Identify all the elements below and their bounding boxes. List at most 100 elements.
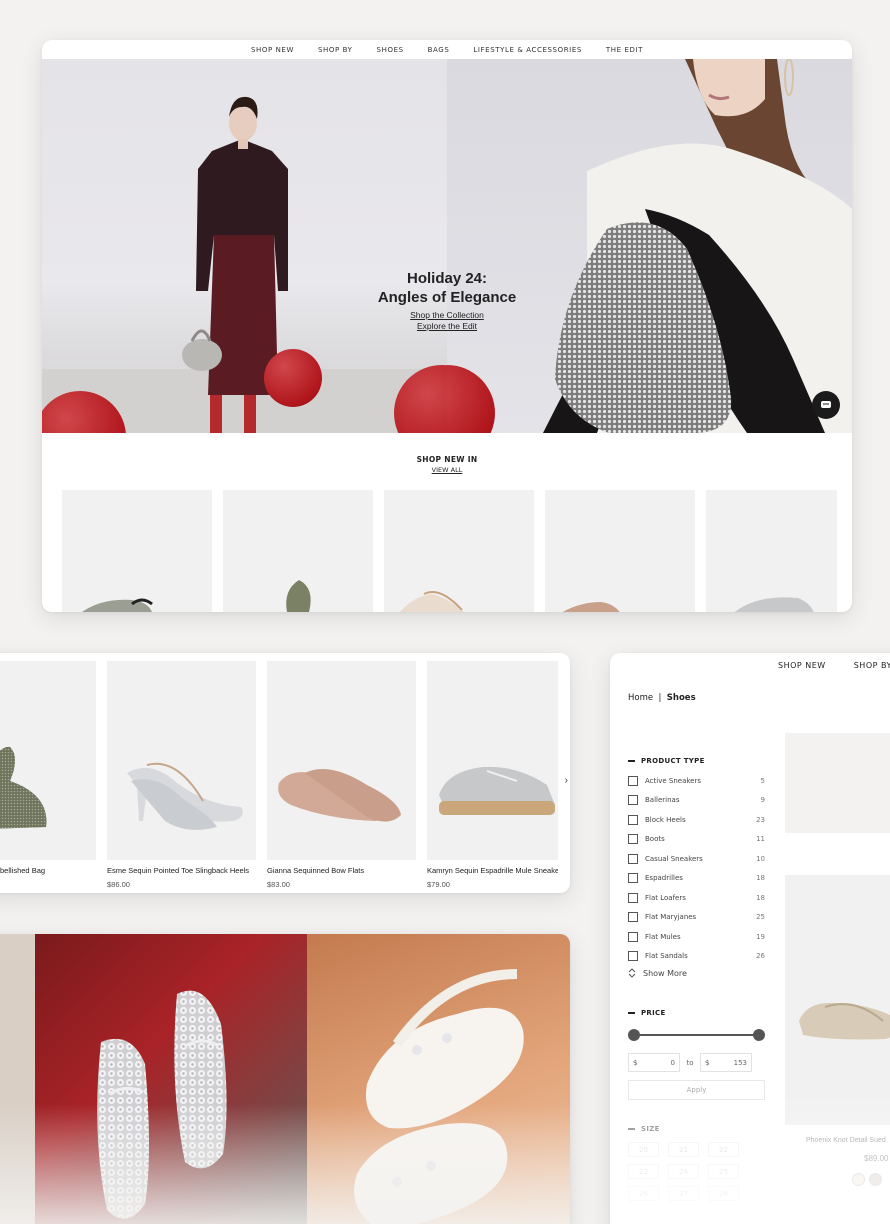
- nav-shop-by[interactable]: SHOP BY: [854, 661, 890, 670]
- checkbox[interactable]: [628, 853, 638, 864]
- nav-shop-by[interactable]: SHOP BY: [318, 46, 353, 54]
- loafer-image: [799, 1002, 890, 1040]
- filter-option[interactable]: Flat Loafers 18: [628, 888, 765, 908]
- nav-lifestyle-accessories[interactable]: LIFESTYLE & ACCESSORIES: [473, 46, 582, 54]
- nav-shop-new[interactable]: SHOP NEW: [251, 46, 294, 54]
- filter-title: SIZE: [641, 1125, 660, 1133]
- filter-option[interactable]: Casual Sneakers 10: [628, 849, 765, 869]
- chat-bubble-icon[interactable]: [812, 391, 840, 419]
- filter-header[interactable]: PRICE: [628, 1009, 765, 1017]
- filter-option[interactable]: Active Sneakers 5: [628, 771, 765, 791]
- size-option[interactable]: 24: [668, 1164, 699, 1179]
- ballet-flat-image: [278, 769, 401, 822]
- product-tile[interactable]: [223, 490, 373, 612]
- breadcrumb-current: Shoes: [666, 693, 696, 703]
- collapse-icon: [628, 1128, 635, 1130]
- size-option[interactable]: 21: [668, 1142, 699, 1157]
- size-option[interactable]: 27: [668, 1186, 699, 1201]
- product-tile[interactable]: [384, 490, 534, 612]
- espadrille-sneaker-image: [439, 766, 555, 815]
- filter-option[interactable]: Ballerinas 9: [628, 791, 765, 811]
- option-count: 9: [760, 796, 765, 805]
- product-name: Kamryn Sequin Espadrille Mule Sneakers: [427, 866, 558, 875]
- filter-option[interactable]: Boots 11: [628, 830, 765, 850]
- expand-chevrons-icon: [628, 968, 636, 978]
- shoe-thumbnail: [734, 597, 814, 612]
- product-tile[interactable]: [785, 875, 890, 1125]
- checkbox[interactable]: [628, 834, 638, 845]
- price-filter: PRICE $0 to $153 Apply: [628, 1009, 765, 1100]
- size-filter: SIZE 20 21 22 23 24 25 26 27 28: [628, 1125, 765, 1201]
- collapse-icon: [628, 1012, 635, 1014]
- product-tile[interactable]: [62, 490, 212, 612]
- product-card[interactable]: bellished Bag: [0, 661, 96, 889]
- size-option[interactable]: 20: [628, 1142, 659, 1157]
- view-all-link[interactable]: VIEW ALL: [42, 466, 852, 474]
- filter-header[interactable]: PRODUCT TYPE: [628, 757, 765, 765]
- slider-max-handle[interactable]: [753, 1029, 765, 1041]
- checkbox[interactable]: [628, 912, 638, 923]
- product-card[interactable]: Esme Sequin Pointed Toe Slingback Heels …: [107, 661, 256, 889]
- product-card[interactable]: Gianna Sequinned Bow Flats $83.00: [267, 661, 416, 889]
- option-label: Flat Sandals: [645, 952, 688, 961]
- hero-image-right: [447, 59, 852, 433]
- filter-option[interactable]: Flat Mules 19: [628, 927, 765, 947]
- explore-edit-link[interactable]: Explore the Edit: [42, 321, 852, 332]
- currency-symbol: $: [633, 1058, 638, 1067]
- hero-title-line2: Angles of Elegance: [377, 289, 517, 306]
- hero-image-left: [42, 59, 447, 433]
- checkbox[interactable]: [628, 814, 638, 825]
- slider-track: [633, 1034, 760, 1036]
- filter-option[interactable]: Flat Sandals 26: [628, 947, 765, 967]
- filter-header[interactable]: SIZE: [628, 1125, 765, 1133]
- checkbox[interactable]: [628, 951, 638, 962]
- product-image: [0, 661, 96, 860]
- size-options: 20 21 22 23 24 25 26 27 28: [628, 1142, 765, 1201]
- product-card[interactable]: Kamryn Sequin Espadrille Mule Sneakers $…: [427, 661, 558, 889]
- size-option[interactable]: 25: [708, 1164, 739, 1179]
- product-tile[interactable]: [785, 733, 890, 833]
- apply-button[interactable]: Apply: [628, 1080, 765, 1100]
- filter-option[interactable]: Block Heels 23: [628, 810, 765, 830]
- checkbox[interactable]: [628, 892, 638, 903]
- model-closeup-illustration: [543, 59, 852, 433]
- filter-option[interactable]: Flat Maryjanes 25: [628, 908, 765, 928]
- size-option[interactable]: 22: [708, 1142, 739, 1157]
- hero-banner[interactable]: Holiday 24: Angles of Elegance Shop the …: [42, 59, 852, 433]
- color-swatch[interactable]: [869, 1173, 882, 1186]
- nav-shoes[interactable]: SHOES: [377, 46, 404, 54]
- nav-the-edit[interactable]: THE EDIT: [606, 46, 643, 54]
- checkbox[interactable]: [628, 795, 638, 806]
- price-range-slider[interactable]: [628, 1029, 765, 1041]
- price-min-input[interactable]: $0: [628, 1053, 680, 1072]
- product-name: bellished Bag: [0, 866, 46, 875]
- product-row-card: bellished Bag Esme Sequin Pointed Toe Sl…: [0, 653, 570, 893]
- product-tile[interactable]: [706, 490, 837, 612]
- checkbox[interactable]: [628, 873, 638, 884]
- size-option[interactable]: 26: [628, 1186, 659, 1201]
- nav-bags[interactable]: BAGS: [428, 46, 450, 54]
- color-swatch[interactable]: [852, 1173, 865, 1186]
- slider-min-handle[interactable]: [628, 1029, 640, 1041]
- show-more-button[interactable]: Show More: [628, 968, 765, 978]
- checkbox[interactable]: [628, 931, 638, 942]
- product-tile[interactable]: [545, 490, 695, 612]
- bag-image: [0, 746, 47, 829]
- checkbox[interactable]: [628, 775, 638, 786]
- currency-symbol: $: [705, 1058, 710, 1067]
- filter-option[interactable]: Espadrilles 18: [628, 869, 765, 889]
- nav-shop-new[interactable]: SHOP NEW: [778, 661, 826, 670]
- size-option[interactable]: 23: [628, 1164, 659, 1179]
- product-price: $83.00: [267, 880, 290, 889]
- chevron-right-icon[interactable]: ›: [565, 775, 568, 786]
- price-max-input[interactable]: $153: [700, 1053, 752, 1072]
- option-count: 19: [756, 932, 765, 941]
- option-count: 10: [756, 854, 765, 863]
- size-option[interactable]: 28: [708, 1186, 739, 1201]
- breadcrumb-home[interactable]: Home: [628, 693, 653, 703]
- product-image: [427, 661, 558, 860]
- product-name: Phoenix Knot Detail Sued: [806, 1137, 886, 1144]
- price-min-value: 0: [670, 1058, 675, 1067]
- option-count: 11: [756, 835, 765, 844]
- shop-collection-link[interactable]: Shop the Collection: [42, 310, 852, 321]
